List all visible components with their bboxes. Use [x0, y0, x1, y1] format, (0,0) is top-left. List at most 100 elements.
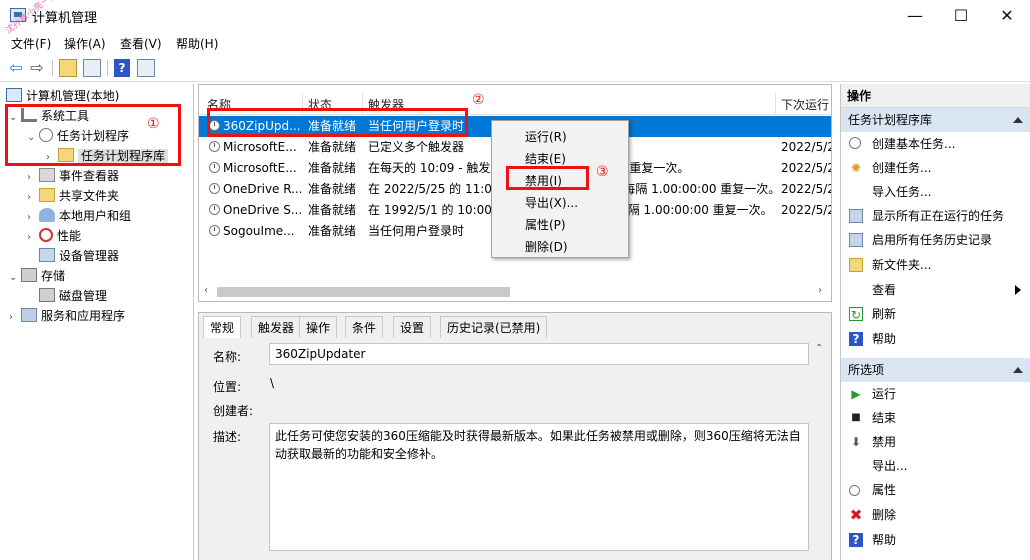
tree-label: 事件查看器 — [59, 169, 120, 183]
tree-item-event-viewer[interactable]: › 事件查看器 — [27, 166, 119, 186]
collapse-arrow-icon[interactable]: › — [27, 208, 39, 228]
action-label: 查看 — [872, 283, 897, 297]
action-disable[interactable]: ⬇ 禁用 — [841, 431, 1030, 453]
help-icon[interactable]: ? — [114, 59, 130, 77]
task-clock-icon — [209, 183, 220, 194]
action-create-task[interactable]: ✺ 创建任务... — [841, 157, 1030, 179]
action-help-selected[interactable]: ? 帮助 — [841, 529, 1030, 551]
menu-view[interactable]: 查看(V) — [120, 35, 162, 52]
context-menu-export[interactable]: 导出(X)... — [525, 194, 578, 211]
location-value: \ — [270, 376, 275, 390]
shared-folder-icon — [39, 188, 55, 202]
horizontal-scrollbar[interactable]: ‹ › — [199, 283, 831, 301]
menu-action[interactable]: 操作(A) — [64, 35, 106, 52]
tree-item-computer-management[interactable]: 计算机管理(本地) — [6, 86, 119, 106]
expand-arrow-icon[interactable]: ⌄ — [9, 268, 21, 288]
action-help[interactable]: ? 帮助 — [841, 328, 1030, 350]
create-basic-task-icon — [849, 137, 861, 149]
column-divider[interactable] — [775, 93, 776, 115]
author-label: 创建者: — [213, 404, 254, 418]
location-label: 位置: — [213, 380, 242, 394]
forward-icon[interactable]: ⇨ — [27, 58, 47, 78]
action-export[interactable]: 导出... — [841, 455, 1030, 477]
tree-item-performance[interactable]: › 性能 — [27, 226, 81, 246]
tree-label: 存储 — [41, 269, 66, 283]
services-icon — [21, 308, 37, 322]
context-menu-delete[interactable]: 删除(D) — [525, 238, 568, 255]
tree-item-local-users[interactable]: › 本地用户和组 — [27, 206, 131, 226]
minimize-button[interactable]: — — [892, 0, 938, 32]
action-label: 禁用 — [872, 435, 897, 449]
users-icon — [39, 208, 55, 222]
action-show-running[interactable]: 显示所有正在运行的任务 — [841, 205, 1030, 227]
tab-actions[interactable]: 操作 — [299, 316, 338, 338]
task-name: MicrosoftE... — [223, 161, 297, 175]
task-clock-icon — [209, 141, 220, 152]
tab-triggers[interactable]: 触发器 — [251, 316, 302, 338]
create-task-icon: ✺ — [850, 161, 862, 175]
task-name: OneDrive S... — [223, 203, 301, 217]
action-view[interactable]: 查看 — [841, 279, 1030, 301]
tree-item-storage[interactable]: ⌄ 存储 — [9, 266, 65, 286]
action-delete[interactable]: ✖ 删除 — [841, 504, 1030, 526]
actions-section-library[interactable]: 任务计划程序库 — [841, 108, 1030, 132]
task-name: MicrosoftE... — [223, 140, 297, 154]
collapse-arrow-icon[interactable]: › — [9, 308, 21, 328]
action-refresh[interactable]: ↻ 刷新 — [841, 303, 1030, 325]
tab-history[interactable]: 历史记录(已禁用) — [440, 316, 548, 338]
stop-icon: ■ — [851, 412, 861, 423]
collapse-arrow-icon[interactable]: › — [27, 188, 39, 208]
task-status: 准备就绪 — [308, 203, 357, 217]
actions-section-selected[interactable]: 所选项 — [841, 358, 1030, 382]
back-icon[interactable]: ⇦ — [6, 58, 26, 78]
task-status: 准备就绪 — [308, 182, 357, 196]
action-create-basic-task[interactable]: 创建基本任务... — [841, 133, 1030, 155]
action-import-task[interactable]: 导入任务... — [841, 181, 1030, 203]
scroll-left-icon[interactable]: ‹ — [204, 285, 208, 296]
column-header-next-run[interactable]: 下次运行 — [781, 96, 829, 113]
tab-general[interactable]: 常规 — [203, 316, 242, 338]
name-field[interactable]: 360ZipUpdater — [269, 343, 809, 365]
collapse-arrow-icon[interactable]: › — [27, 168, 39, 188]
description-field[interactable]: 此任务可使您安装的360压缩能及时获得最新版本。如果此任务被禁用或删除，则360… — [269, 423, 809, 551]
action-end[interactable]: ■ 结束 — [841, 407, 1030, 429]
tree-item-services-apps[interactable]: › 服务和应用程序 — [9, 306, 125, 326]
context-menu-properties[interactable]: 属性(P) — [525, 216, 566, 233]
action-run[interactable]: ▶ 运行 — [841, 383, 1030, 405]
action-label: 运行 — [872, 387, 897, 401]
scroll-up-icon[interactable]: ⌃ — [815, 343, 823, 354]
collapse-arrow-icon[interactable]: › — [27, 228, 39, 248]
action-properties[interactable]: 属性 — [841, 479, 1030, 501]
tree-item-disk-management[interactable]: 磁盘管理 — [39, 286, 107, 306]
menu-bar: 文件(F) 操作(A) 查看(V) 帮助(H) — [0, 32, 1030, 54]
refresh-icon: ↻ — [849, 307, 863, 322]
action-enable-history[interactable]: 启用所有任务历史记录 — [841, 229, 1030, 251]
scroll-right-icon[interactable]: › — [818, 285, 822, 296]
collapse-icon[interactable] — [1013, 367, 1023, 373]
up-folder-icon[interactable] — [59, 59, 77, 77]
tab-conditions[interactable]: 条件 — [345, 316, 384, 338]
annotation-marker-3: ③ — [596, 164, 609, 180]
maximize-button[interactable]: ☐ — [938, 0, 984, 32]
tree-label: 计算机管理(本地) — [26, 89, 120, 103]
task-status: 准备就绪 — [308, 161, 357, 175]
tab-settings[interactable]: 设置 — [393, 316, 432, 338]
toolbar: ⇦ ⇨ ? — [0, 54, 1030, 82]
device-manager-icon — [39, 248, 55, 262]
task-name: SogouIme... — [223, 224, 295, 238]
tree-item-shared-folders[interactable]: › 共享文件夹 — [27, 186, 119, 206]
menu-help[interactable]: 帮助(H) — [176, 35, 218, 52]
task-clock-icon — [209, 225, 220, 236]
show-hide-tree-icon[interactable] — [83, 59, 101, 77]
context-menu-run[interactable]: 运行(R) — [525, 128, 567, 145]
context-menu-end[interactable]: 结束(E) — [525, 150, 566, 167]
menu-file[interactable]: 文件(F) — [11, 35, 51, 52]
collapse-icon[interactable] — [1013, 117, 1023, 123]
tree-item-device-manager[interactable]: 设备管理器 — [39, 246, 119, 266]
close-button[interactable]: ✕ — [984, 0, 1030, 32]
action-new-folder[interactable]: 新文件夹... — [841, 254, 1030, 276]
task-next-run: 2022/5/2 — [781, 203, 831, 217]
scrollbar-thumb[interactable] — [217, 287, 510, 297]
vertical-scrollbar[interactable]: ⌃ — [813, 343, 827, 560]
show-hide-action-pane-icon[interactable] — [137, 59, 155, 77]
